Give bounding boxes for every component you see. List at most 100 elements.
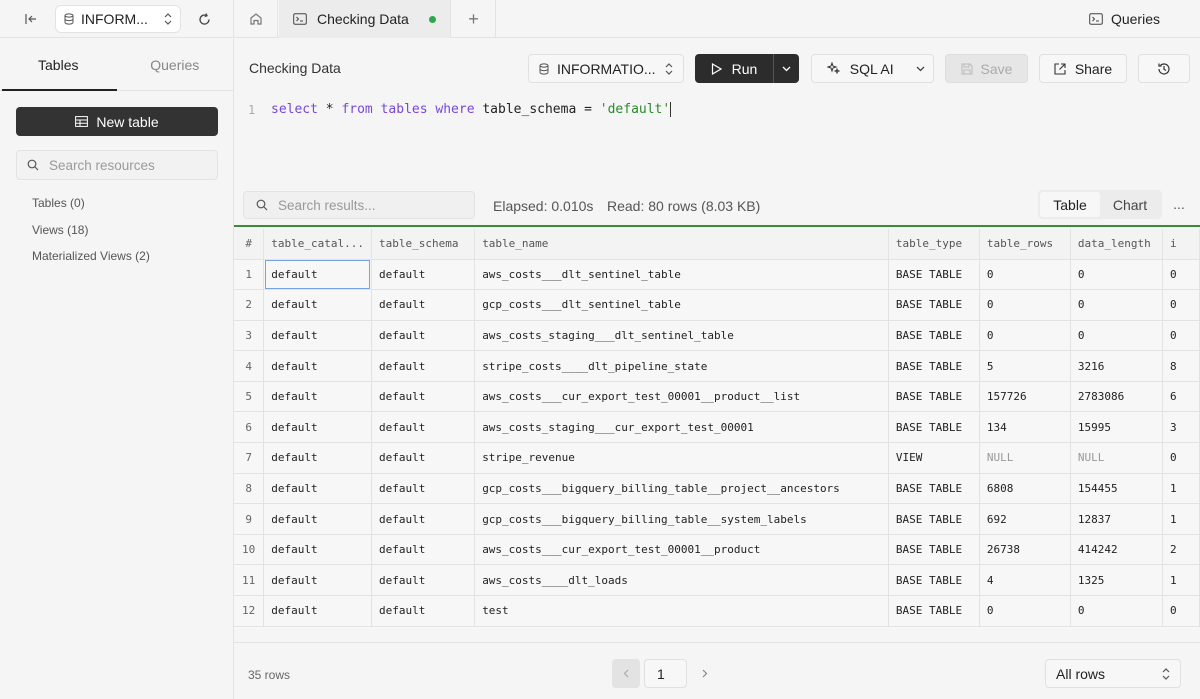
sidebar-item-materialized-views[interactable]: Materialized Views (2) (32, 248, 150, 275)
run-button[interactable]: Run (695, 54, 799, 83)
table-cell[interactable]: aws_costs___cur_export_test_00001__produ… (474, 534, 889, 566)
table-cell[interactable]: 8 (1162, 350, 1200, 382)
row-number-cell[interactable]: 12 (234, 595, 265, 627)
table-row[interactable]: 11 default default aws_costs____dlt_loads BA… (234, 564, 1200, 597)
table-cell[interactable]: BASE TABLE (888, 320, 980, 352)
table-cell[interactable]: 134 (979, 411, 1071, 444)
table-row[interactable]: 12 default default test BASE TABLE 0 0 0 (234, 595, 1200, 627)
row-number-cell[interactable]: 10 (234, 534, 265, 566)
table-cell[interactable]: 26738 (979, 534, 1071, 566)
table-cell[interactable]: default (263, 320, 372, 352)
column-header[interactable]: table_type (888, 229, 980, 260)
table-cell[interactable]: test (474, 595, 889, 627)
table-cell[interactable]: default (371, 503, 476, 535)
search-resources-input[interactable]: Search resources (16, 150, 218, 180)
collapse-sidebar-button[interactable] (18, 9, 44, 29)
table-cell[interactable]: default (263, 473, 372, 505)
table-cell[interactable]: 0 (1162, 259, 1200, 291)
run-options-button[interactable] (773, 54, 799, 83)
table-cell[interactable]: 0 (1162, 595, 1200, 627)
table-cell[interactable]: 6 (1162, 381, 1200, 413)
table-cell[interactable]: aws_costs_staging___cur_export_test_0000… (474, 411, 889, 444)
table-cell[interactable]: 3 (1162, 411, 1200, 444)
row-number-cell[interactable]: 5 (234, 381, 265, 413)
table-cell[interactable]: 157726 (979, 381, 1071, 413)
row-number-cell[interactable]: 4 (234, 350, 265, 382)
row-number-cell[interactable]: 8 (234, 473, 265, 505)
table-cell[interactable]: BASE TABLE (888, 473, 980, 505)
sql-ai-main[interactable]: SQL AI (812, 55, 908, 82)
table-cell[interactable]: default (263, 442, 372, 474)
table-row[interactable]: 4 default default stripe_costs____dlt_pipel… (234, 350, 1200, 382)
table-cell[interactable]: stripe_revenue (474, 442, 889, 474)
column-header[interactable]: table_schema (371, 229, 476, 260)
table-cell[interactable]: 0 (979, 289, 1071, 321)
table-row[interactable]: 3 default default aws_costs_staging___dlt_s… (234, 320, 1200, 352)
table-cell[interactable]: default (371, 442, 476, 474)
page-number-input[interactable]: 1 (644, 659, 687, 688)
table-cell[interactable]: BASE TABLE (888, 534, 980, 566)
table-cell[interactable]: 0 (979, 595, 1071, 627)
table-cell[interactable]: stripe_costs____dlt_pipeline_state (474, 350, 889, 382)
table-cell[interactable]: NULL (1070, 442, 1164, 474)
row-number-cell[interactable]: 3 (234, 320, 265, 352)
table-cell[interactable]: default (263, 503, 372, 535)
table-cell[interactable]: 0 (1070, 289, 1164, 321)
tab-checking-data[interactable]: Checking Data (279, 0, 451, 38)
save-button[interactable]: Save (945, 54, 1028, 83)
home-tab[interactable] (234, 0, 278, 38)
table-row[interactable]: 2 default default gcp_costs___dlt_sentinel_… (234, 289, 1200, 321)
table-cell[interactable]: 5 (979, 350, 1071, 382)
table-cell[interactable]: 0 (1070, 595, 1164, 627)
table-cell[interactable]: default (263, 534, 372, 566)
history-button[interactable] (1138, 54, 1190, 83)
table-cell[interactable]: default (371, 320, 476, 352)
table-cell[interactable]: 2783086 (1070, 381, 1164, 413)
table-cell[interactable]: default (263, 595, 372, 627)
table-row[interactable]: 5 default default aws_costs___cur_export_te… (234, 381, 1200, 413)
table-cell[interactable]: default (371, 259, 476, 291)
table-cell[interactable]: 692 (979, 503, 1071, 535)
table-cell[interactable]: default (371, 350, 476, 382)
share-button[interactable]: Share (1039, 54, 1127, 83)
sidebar-item-tables[interactable]: Tables (0) (32, 195, 150, 222)
table-cell[interactable]: BASE TABLE (888, 381, 980, 413)
table-cell[interactable]: default (371, 595, 476, 627)
sql-ai-options-button[interactable] (908, 55, 933, 82)
run-main[interactable]: Run (695, 54, 773, 83)
table-cell[interactable]: BASE TABLE (888, 595, 980, 627)
table-cell[interactable]: aws_costs___dlt_sentinel_table (474, 259, 889, 291)
code-line[interactable]: select * from tables where table_schema … (271, 102, 672, 117)
row-number-cell[interactable]: 7 (234, 442, 265, 474)
table-cell[interactable]: 0 (1162, 320, 1200, 352)
table-cell[interactable]: 414242 (1070, 534, 1164, 566)
table-cell[interactable]: aws_costs_staging___dlt_sentinel_table (474, 320, 889, 352)
row-number-cell[interactable]: 2 (234, 289, 265, 321)
table-row[interactable]: 9 default default gcp_costs___bigquery_bill… (234, 503, 1200, 535)
table-cell[interactable]: 0 (979, 259, 1071, 291)
table-cell[interactable]: gcp_costs___bigquery_billing_table__proj… (474, 473, 889, 505)
table-cell[interactable]: default (371, 564, 476, 597)
column-header[interactable]: # (234, 229, 265, 260)
sidebar-tab-queries[interactable]: Queries (117, 39, 234, 90)
table-cell[interactable]: BASE TABLE (888, 259, 980, 291)
table-cell[interactable]: BASE TABLE (888, 564, 980, 597)
table-cell[interactable]: default (263, 381, 372, 413)
sql-ai-button[interactable]: SQL AI (811, 54, 934, 83)
table-cell[interactable]: default (263, 350, 372, 382)
table-cell[interactable]: default (263, 564, 372, 597)
table-cell[interactable]: gcp_costs___dlt_sentinel_table (474, 289, 889, 321)
table-cell[interactable]: aws_costs___cur_export_test_00001__produ… (474, 381, 889, 413)
table-cell[interactable]: default (371, 473, 476, 505)
table-cell[interactable]: default (263, 411, 372, 444)
row-number-cell[interactable]: 6 (234, 411, 265, 444)
table-cell[interactable]: NULL (979, 442, 1071, 474)
table-cell[interactable]: default (371, 411, 476, 444)
table-cell[interactable]: 1 (1162, 503, 1200, 535)
table-cell[interactable]: 1325 (1070, 564, 1164, 597)
row-number-cell[interactable]: 11 (234, 564, 265, 597)
table-cell[interactable]: 1 (1162, 473, 1200, 505)
table-row[interactable]: 8 default default gcp_costs___bigquery_bill… (234, 473, 1200, 505)
toolbar-database-selector[interactable]: INFORMATIO... (528, 54, 684, 83)
table-cell[interactable]: 0 (979, 320, 1071, 352)
